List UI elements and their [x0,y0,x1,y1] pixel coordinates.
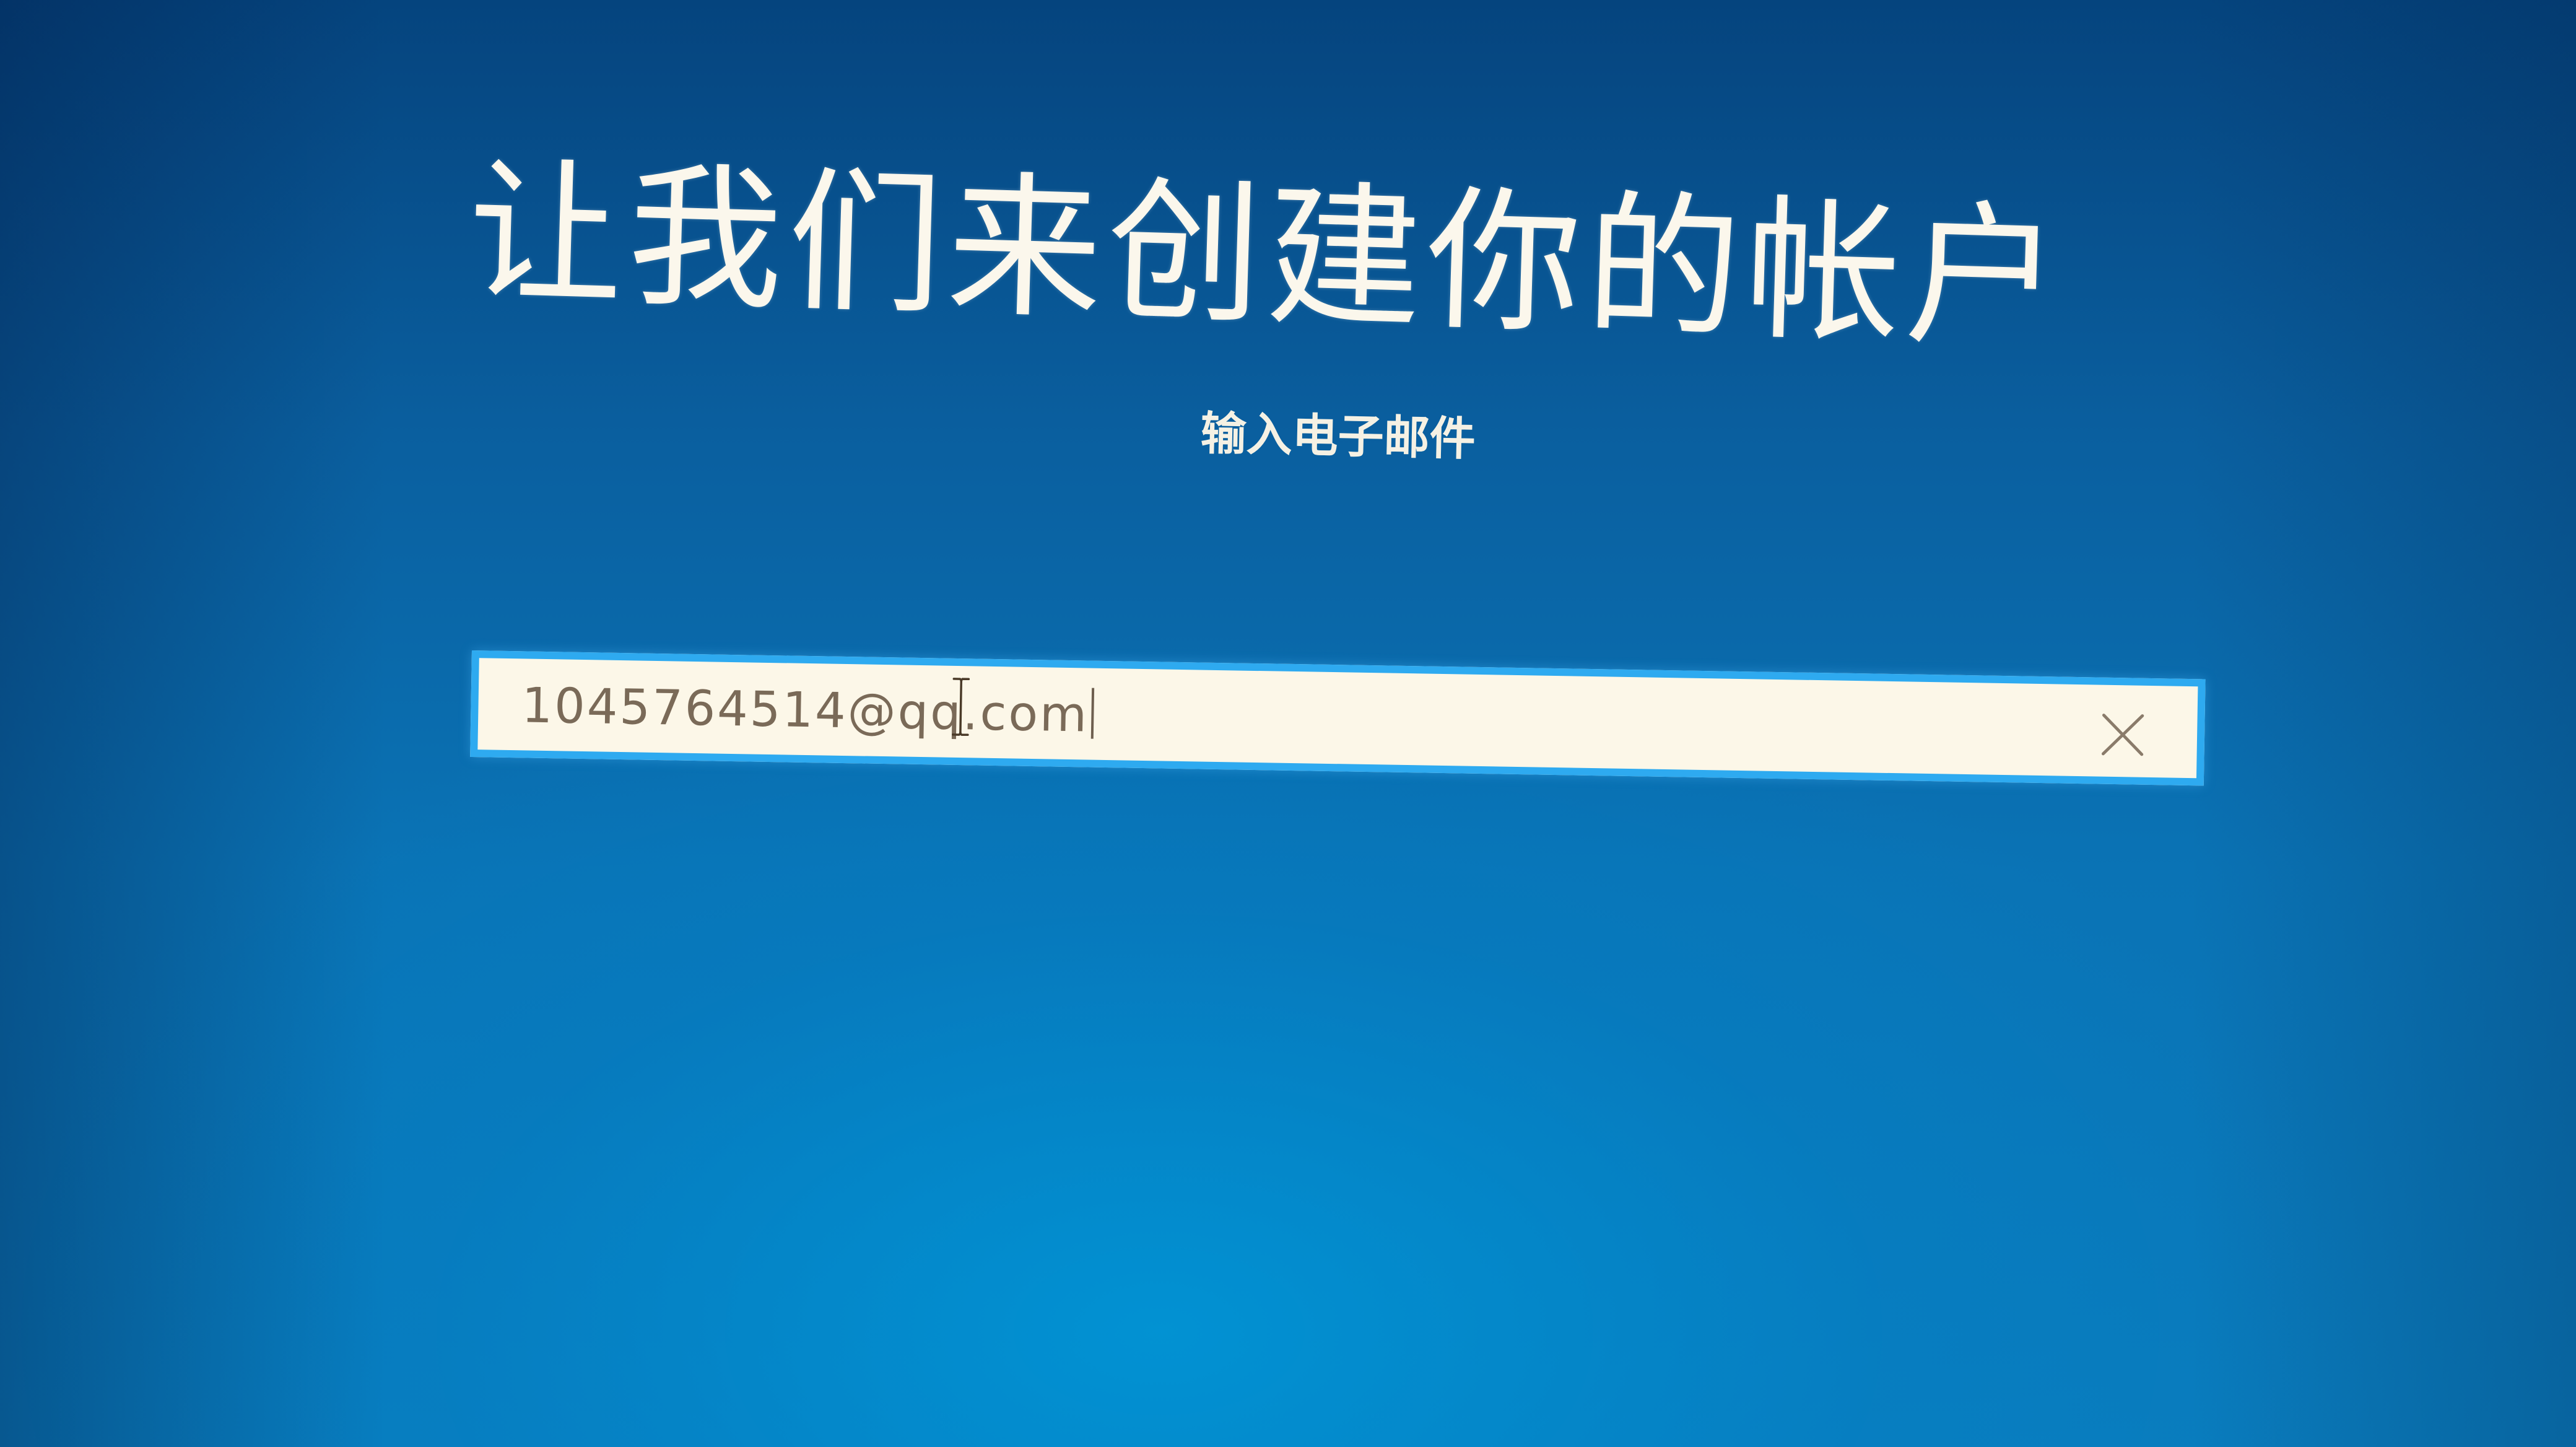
email-field-text: 1045764514@qq.com [521,678,1089,743]
text-caret [1090,688,1094,739]
page-title: 让我们来创建你的帐户 [465,142,2068,370]
email-field[interactable]: 1045764514@qq.com [470,650,2206,786]
close-icon [2101,714,2144,756]
account-setup-screen: 让我们来创建你的帐户 输入电子邮件 1045764514@qq.com [0,0,2576,1447]
clear-input-button[interactable] [2097,710,2147,760]
email-field-value[interactable]: 1045764514@qq.com [521,677,1094,745]
ibeam-cursor-icon [952,678,970,737]
page-subtitle: 输入电子邮件 [1199,406,1476,466]
